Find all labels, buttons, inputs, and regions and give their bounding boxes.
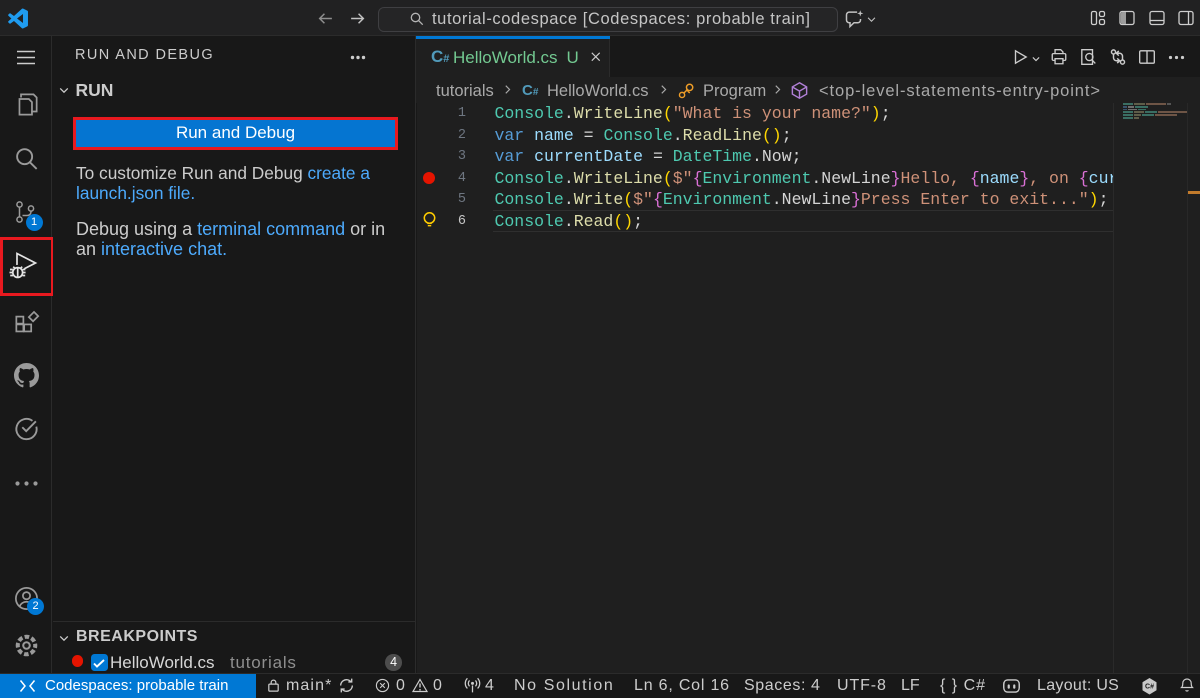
svg-text:C#: C# bbox=[1145, 684, 1154, 691]
